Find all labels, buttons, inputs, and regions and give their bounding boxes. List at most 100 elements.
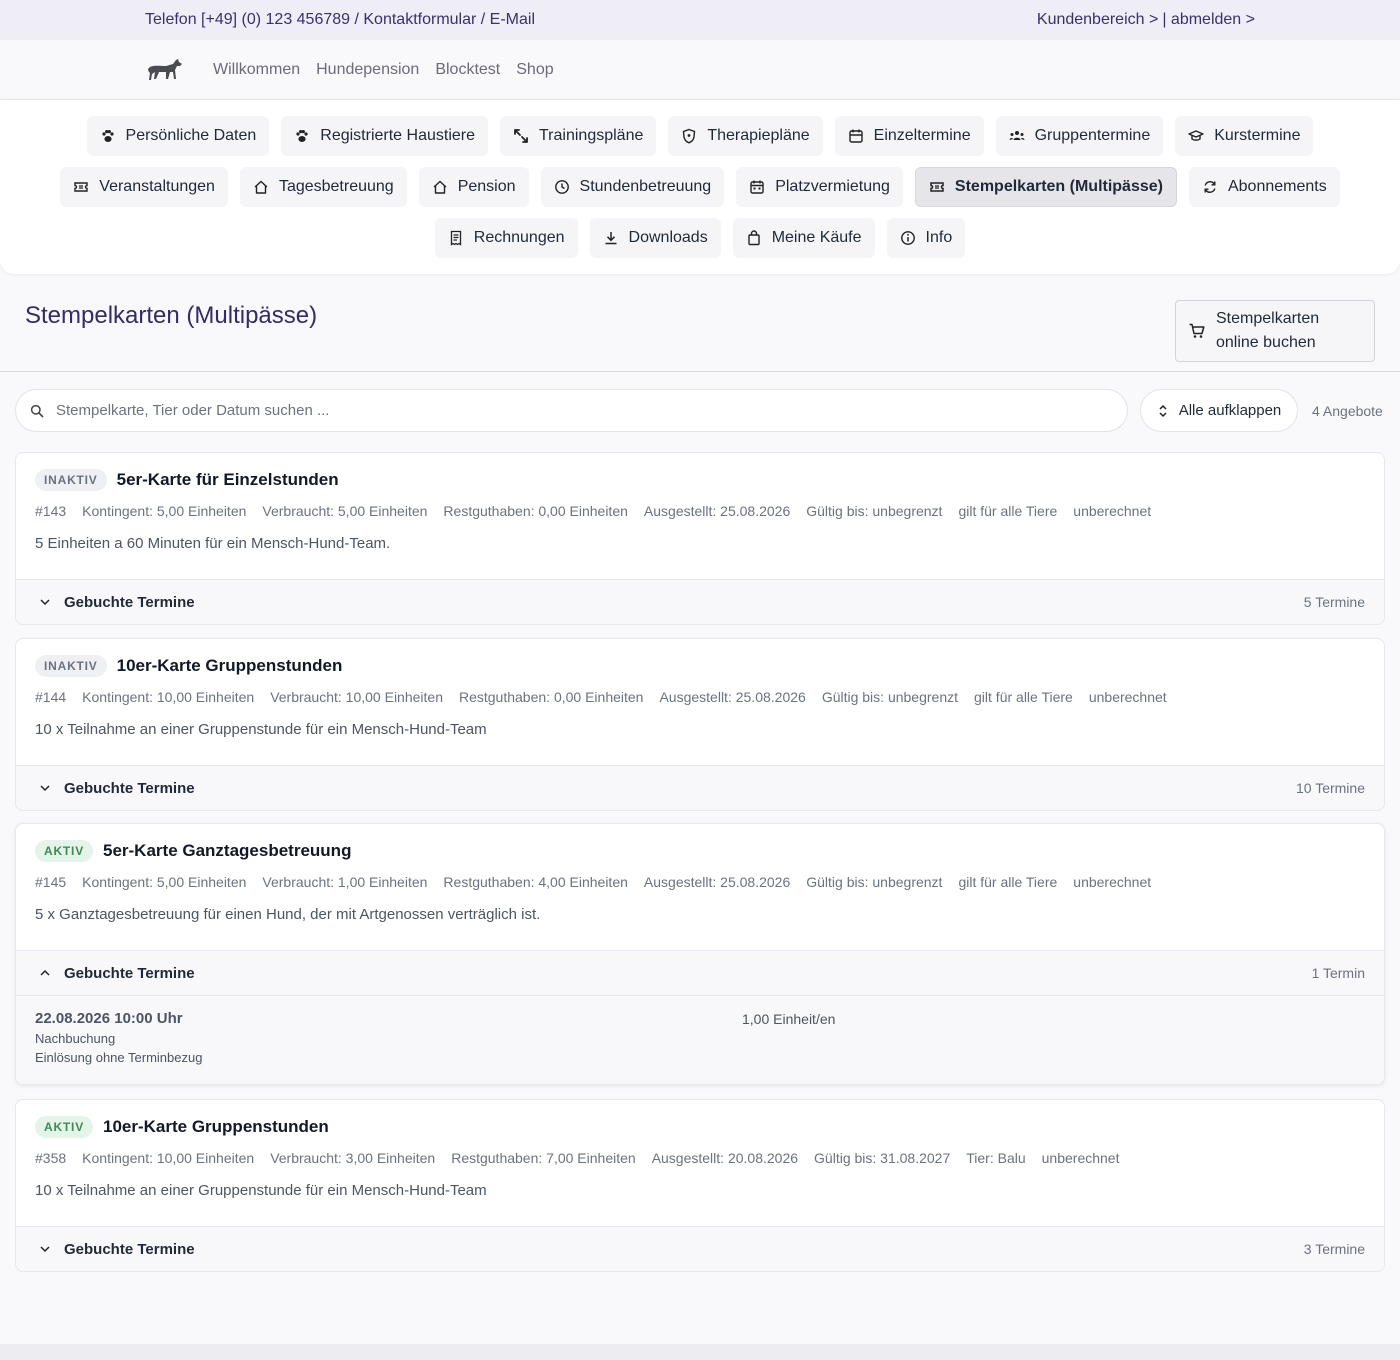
appointment-count: 10 Termine (1295, 780, 1365, 796)
chevron-up-down-icon (1159, 404, 1167, 417)
menu-label: Stempelkarten (Multipässe) (954, 178, 1163, 195)
bag-icon (747, 230, 760, 246)
card-billing: unberechnet (1041, 1150, 1120, 1166)
appointment-count: 1 Termin (1311, 965, 1365, 981)
home-icon (254, 180, 268, 194)
calendar-grid-icon (750, 180, 764, 194)
card-pets: gilt für alle Tiere (958, 874, 1058, 890)
menu-gruppentermine[interactable]: Gruppentermine (995, 116, 1164, 156)
logout-link[interactable]: | abmelden > (1162, 11, 1255, 29)
booked-appointments-toggle[interactable]: Gebuchte Termine 3 Termine (16, 1226, 1384, 1271)
menu-label: Info (925, 229, 953, 246)
card-issued: Ausgestellt: 20.08.2026 (651, 1150, 799, 1166)
nav-link-shop[interactable]: Shop (516, 61, 553, 79)
menu-persoenliche-daten[interactable]: Persönliche Daten (86, 116, 270, 156)
calendar-icon (848, 129, 863, 143)
receipt-icon (450, 230, 461, 246)
menu-stempelkarten[interactable]: Stempelkarten (Multipässe) (914, 167, 1177, 207)
search-input[interactable] (56, 402, 1127, 419)
card-title-row: INAKTIV 5er-Karte für Einzelstunden (35, 469, 1365, 491)
card-title-row: INAKTIV 10er-Karte Gruppenstunden (35, 655, 1365, 677)
menu-rechnungen[interactable]: Rechnungen (434, 218, 578, 258)
search-icon (30, 404, 44, 418)
card-quota: Kontingent: 10,00 Einheiten (82, 1150, 255, 1166)
ticket-icon (74, 182, 88, 192)
menu-abonnements[interactable]: Abonnements (1188, 167, 1340, 207)
menu-info[interactable]: Info (886, 218, 966, 258)
card-pets: gilt für alle Tiere (958, 503, 1058, 519)
menu-trainingsplaene[interactable]: Trainingspläne (500, 116, 657, 156)
menu-label: Downloads (628, 229, 708, 246)
menu-label: Persönliche Daten (125, 127, 257, 144)
expand-all-label: Alle aufklappen (1178, 402, 1282, 419)
booked-appointments-toggle[interactable]: Gebuchte Termine 10 Termine (16, 765, 1384, 810)
chevron-down-icon (40, 599, 50, 606)
ticket-icon (930, 182, 944, 192)
shopping-cart-icon (1189, 323, 1205, 338)
accordion-label: Gebuchte Termine (64, 964, 195, 982)
menu-label: Stundenbetreuung (579, 178, 712, 195)
nav-link-hundepension[interactable]: Hundepension (316, 61, 419, 79)
nav-link-willkommen[interactable]: Willkommen (213, 61, 300, 79)
card-meta: #144 Kontingent: 10,00 Einheiten Verbrau… (35, 689, 1365, 705)
card-quota: Kontingent: 5,00 Einheiten (82, 874, 247, 890)
chevron-up-icon (40, 969, 50, 976)
card-description: 5 Einheiten a 60 Minuten für ein Mensch-… (35, 535, 391, 552)
nav-link-blocktest[interactable]: Blocktest (435, 61, 500, 79)
top-bar: Telefon [+49] (0) 123 456789 / Kontaktfo… (0, 0, 1400, 40)
menu-veranstaltungen[interactable]: Veranstaltungen (60, 167, 228, 207)
dog-logo-icon[interactable] (145, 50, 185, 90)
card-remaining: Restguthaben: 4,00 Einheiten (443, 874, 628, 890)
card-meta: #143 Kontingent: 5,00 Einheiten Verbrauc… (35, 503, 1365, 519)
menu-tagesbetreuung[interactable]: Tagesbetreuung (239, 167, 407, 207)
card-valid-until: Gültig bis: unbegrenzt (821, 689, 959, 705)
group-icon (1009, 131, 1025, 140)
appointment-date: 22.08.2026 10:00 Uhr (35, 1010, 183, 1027)
menu-label: Meine Käufe (771, 229, 862, 246)
menu-pension[interactable]: Pension (418, 167, 529, 207)
search-row: Alle aufklappen 4 Angebote (15, 389, 1385, 432)
card-id: #358 (35, 1150, 67, 1166)
card-body: INAKTIV 10er-Karte Gruppenstunden #144 K… (16, 639, 1384, 765)
menu-meine-kaeufe[interactable]: Meine Käufe (732, 218, 875, 258)
chevron-down-icon (40, 785, 50, 792)
punch-card: INAKTIV 5er-Karte für Einzelstunden #143… (15, 452, 1385, 625)
card-description: 5 x Ganztagesbetreuung für einen Hund, d… (35, 906, 541, 923)
menu-downloads[interactable]: Downloads (589, 218, 721, 258)
menu-label: Abonnements (1227, 178, 1327, 195)
menu-label: Therapiepläne (707, 127, 810, 144)
booked-appointments-toggle[interactable]: Gebuchte Termine 5 Termine (16, 579, 1384, 624)
menu-platzvermietung[interactable]: Platzvermietung (736, 167, 903, 207)
route-icon (514, 129, 528, 143)
customer-area-link[interactable]: Kundenbereich > (1037, 11, 1158, 29)
card-issued: Ausgestellt: 25.08.2026 (643, 874, 791, 890)
menu-therapieplaene[interactable]: Therapiepläne (668, 116, 823, 156)
paw-icon (101, 130, 114, 142)
card-issued: Ausgestellt: 25.08.2026 (659, 689, 806, 705)
menu-registrierte-haustiere[interactable]: Registrierte Haustiere (281, 116, 488, 156)
chevron-down-icon (40, 1246, 50, 1253)
card-quota: Kontingent: 10,00 Einheiten (82, 689, 255, 705)
appointment-count: 3 Termine (1303, 1241, 1365, 1257)
card-used: Verbraucht: 3,00 Einheiten (270, 1150, 436, 1166)
appointment-row: 22.08.2026 10:00 Uhr Nachbuchung Einlösu… (16, 995, 1384, 1084)
expand-all-button[interactable]: Alle aufklappen (1140, 389, 1298, 432)
menu-stundenbetreuung[interactable]: Stundenbetreuung (540, 167, 725, 207)
appointment-count: 5 Termine (1303, 594, 1365, 610)
book-online-label: Stempelkarten online buchen (1216, 310, 1320, 351)
card-quota: Kontingent: 5,00 Einheiten (82, 503, 247, 519)
booked-appointments-toggle[interactable]: Gebuchte Termine 1 Termin (16, 950, 1384, 995)
contact-links[interactable]: Telefon [+49] (0) 123 456789 / Kontaktfo… (145, 11, 535, 29)
menu-label: Tagesbetreuung (278, 178, 394, 195)
menu-einzeltermine[interactable]: Einzeltermine (834, 116, 984, 156)
card-billing: unberechnet (1088, 689, 1167, 705)
appointment-type: Nachbuchung (35, 1031, 116, 1046)
menu-label: Gruppentermine (1034, 127, 1151, 144)
menu-kurstermine[interactable]: Kurstermine (1175, 116, 1314, 156)
book-online-button[interactable]: Stempelkarten online buchen (1175, 300, 1375, 362)
card-description: 10 x Teilnahme an einer Gruppenstunde fü… (35, 1182, 487, 1199)
card-id: #144 (35, 689, 67, 705)
search-box (15, 389, 1128, 432)
card-valid-until: Gültig bis: unbegrenzt (806, 503, 943, 519)
punch-card: AKTIV 10er-Karte Gruppenstunden #358 Kon… (15, 1099, 1385, 1272)
